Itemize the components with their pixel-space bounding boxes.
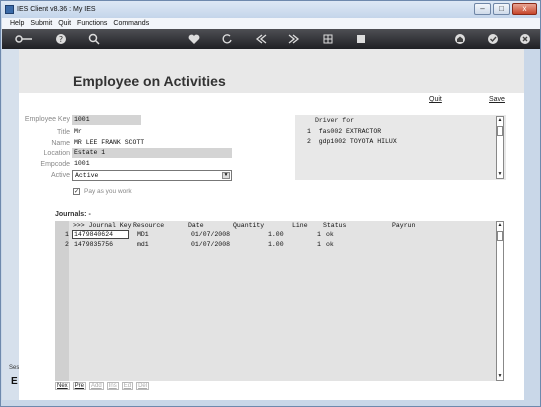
journal-key-cell[interactable]: 1479840624 xyxy=(72,230,129,239)
left-strip-text: Ses xyxy=(9,365,20,371)
close-window-button[interactable]: x xyxy=(512,3,537,15)
column-header: >>> Journal Key xyxy=(73,222,132,229)
column-header: Resource xyxy=(133,222,165,229)
stop-icon[interactable] xyxy=(353,32,369,46)
scroll-thumb[interactable] xyxy=(497,231,503,241)
menu-functions[interactable]: Functions xyxy=(77,20,107,27)
column-header: Payrun xyxy=(392,222,416,229)
grid-icon[interactable] xyxy=(320,32,336,46)
line-cell[interactable]: 1 xyxy=(317,241,321,248)
driver-row-text: gdp1002 TOYOTA HILUX xyxy=(318,138,397,145)
chevron-down-icon[interactable]: ▼ xyxy=(222,172,230,179)
check-icon[interactable] xyxy=(485,32,501,46)
journals-scrollbar[interactable]: ▲ ▼ xyxy=(496,221,504,381)
row-number: 1 xyxy=(65,231,69,238)
menu-commands[interactable]: Commands xyxy=(113,20,149,27)
page-title: Employee on Activities xyxy=(73,73,226,89)
status-cell[interactable]: ok xyxy=(326,241,334,248)
scroll-down-icon[interactable]: ▼ xyxy=(497,171,503,178)
refresh-icon[interactable] xyxy=(219,32,235,46)
date-cell[interactable]: 01/07/2008 xyxy=(191,241,230,248)
resource-cell[interactable]: md1 xyxy=(137,241,149,248)
name-label: Name xyxy=(51,140,70,147)
fast-forward-icon[interactable] xyxy=(286,32,302,46)
name-field[interactable]: MR LEE FRANK SCOTT xyxy=(72,138,232,148)
maximize-button[interactable]: □ xyxy=(493,3,510,15)
active-label: Active xyxy=(50,172,70,179)
active-select[interactable]: Active ▼ xyxy=(72,170,232,181)
driver-row-text: fas002 EXTRACTOR xyxy=(318,128,382,135)
line-cell[interactable]: 1 xyxy=(317,231,321,238)
driver-for-header: Driver for xyxy=(315,117,355,124)
journals-label: Journals: - xyxy=(55,211,91,218)
empcode-label: Empcode xyxy=(40,161,70,168)
quantity-cell[interactable]: 1.00 xyxy=(268,231,284,238)
previous-button[interactable]: Pre xyxy=(72,382,87,390)
toolbar: ? xyxy=(2,29,540,49)
scroll-thumb[interactable] xyxy=(497,126,503,136)
title-label: Title xyxy=(57,129,70,136)
employee-key-label: Employee Key xyxy=(24,116,70,123)
window-title: IES Client v8.36 : My IES xyxy=(17,6,96,13)
scroll-up-icon[interactable]: ▲ xyxy=(497,222,503,229)
driver-for-list: Driver for 1 fas002 EXTRACTOR 2 gdp1002 … xyxy=(295,115,506,180)
resource-cell[interactable]: MD1 xyxy=(137,231,149,238)
menu-bar: Help Submit Quit Functions Commands xyxy=(2,18,540,29)
quantity-cell[interactable]: 1.00 xyxy=(268,241,284,248)
column-header: Quantity xyxy=(233,222,265,229)
pay-as-you-work-label: Pay as you work xyxy=(84,188,132,195)
add-button[interactable]: Add xyxy=(89,382,104,390)
title-bar: IES Client v8.36 : My IES – □ x xyxy=(1,1,540,18)
location-label: Location xyxy=(43,150,70,157)
date-cell[interactable]: 01/07/2008 xyxy=(191,231,230,238)
record-nav: Nex Pre Add Ins Ed Del xyxy=(55,382,150,390)
driver-row-1[interactable]: 1 fas002 EXTRACTOR xyxy=(307,128,381,135)
right-side-strip xyxy=(524,49,540,400)
close-icon[interactable] xyxy=(517,32,533,46)
help-icon[interactable]: ? xyxy=(53,32,69,46)
row-number: 2 xyxy=(65,241,69,248)
search-icon[interactable] xyxy=(86,32,102,46)
next-button[interactable]: Nex xyxy=(55,382,70,390)
edit-button[interactable]: Ed xyxy=(121,382,134,390)
driver-row-num: 2 xyxy=(307,138,311,145)
app-window: IES Client v8.36 : My IES – □ x Help Sub… xyxy=(0,0,541,407)
heart-icon[interactable] xyxy=(186,32,202,46)
driver-scrollbar[interactable]: ▲ ▼ xyxy=(496,116,504,179)
save-link[interactable]: Save xyxy=(489,96,505,103)
driver-row-num: 1 xyxy=(307,128,311,135)
column-header: Date xyxy=(188,222,204,229)
employee-key-field[interactable]: 1001 xyxy=(72,115,141,125)
quit-link[interactable]: Quit xyxy=(429,96,442,103)
title-field[interactable]: Mr xyxy=(72,127,232,137)
menu-quit[interactable]: Quit xyxy=(58,20,71,27)
left-strip-letter: E xyxy=(11,376,18,387)
key-icon[interactable] xyxy=(14,32,34,46)
column-header: Line xyxy=(292,222,308,229)
menu-help[interactable]: Help xyxy=(10,20,24,27)
driver-row-2[interactable]: 2 gdp1002 TOYOTA HILUX xyxy=(307,138,397,145)
pay-as-you-work-checkbox[interactable]: ✓ xyxy=(73,188,80,195)
journal-key-cell[interactable]: 1479835756 xyxy=(74,241,113,248)
app-icon xyxy=(5,5,14,14)
scroll-up-icon[interactable]: ▲ xyxy=(497,117,503,124)
scroll-down-icon[interactable]: ▼ xyxy=(497,373,503,380)
delete-button[interactable]: Del xyxy=(136,382,150,390)
active-select-value: Active xyxy=(75,172,99,179)
status-cell[interactable]: ok xyxy=(326,231,334,238)
empcode-field[interactable]: 1001 xyxy=(72,159,232,169)
rewind-icon[interactable] xyxy=(253,32,269,46)
insert-button[interactable]: Ins xyxy=(106,382,119,390)
svg-text:?: ? xyxy=(59,35,63,44)
location-field[interactable]: Estate 1 xyxy=(72,148,232,158)
left-side-strip: Ses E xyxy=(2,49,19,400)
main-content: Employee on Activities Quit Save Employe… xyxy=(19,49,524,400)
column-header: Status xyxy=(323,222,347,229)
minimize-button[interactable]: – xyxy=(474,3,491,15)
journals-table: >>> Journal Key Resource Date Quantity L… xyxy=(55,221,497,381)
home-icon[interactable] xyxy=(452,32,468,46)
menu-submit[interactable]: Submit xyxy=(30,20,52,27)
